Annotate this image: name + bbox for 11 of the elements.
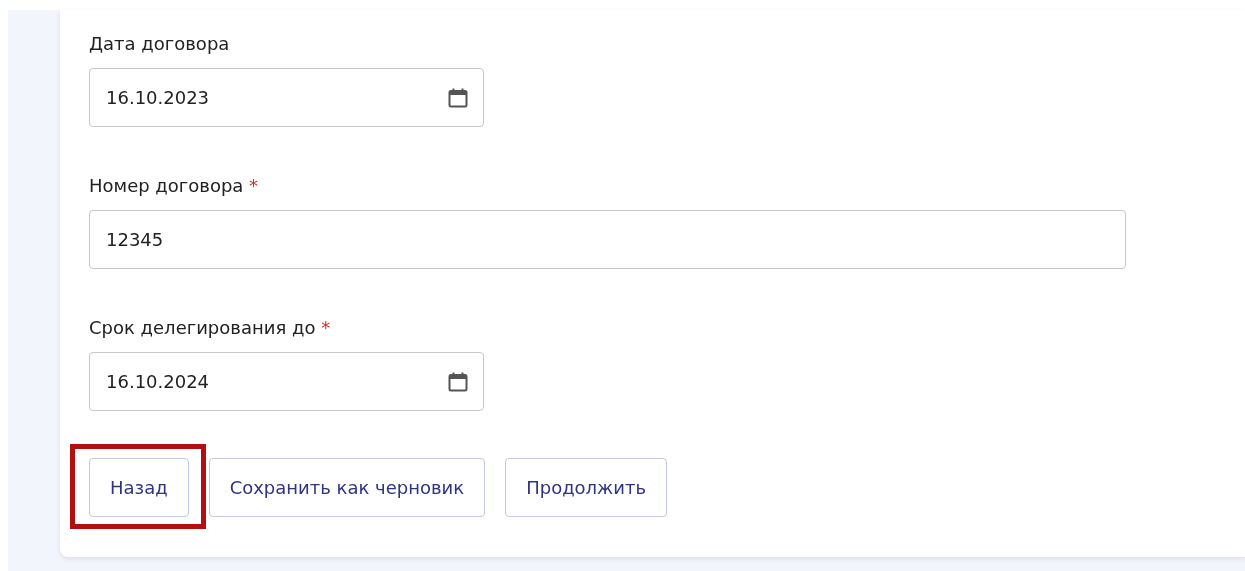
calendar-icon[interactable] xyxy=(447,370,469,393)
date-field[interactable]: 16.10.2023 xyxy=(89,68,484,127)
action-button[interactable]: Назад xyxy=(89,458,189,517)
field-label: Срок делегирования до * xyxy=(89,316,331,340)
action-button[interactable]: Сохранить как черновик xyxy=(208,458,486,517)
calendar-icon[interactable] xyxy=(447,86,469,109)
date-field[interactable]: 16.10.2024 xyxy=(89,352,484,411)
field-label: Дата договора xyxy=(89,32,230,56)
input-field[interactable]: 12345 xyxy=(89,210,1126,269)
field-label: Номер договора * xyxy=(89,174,259,198)
action-button[interactable]: Продолжить xyxy=(505,458,668,517)
